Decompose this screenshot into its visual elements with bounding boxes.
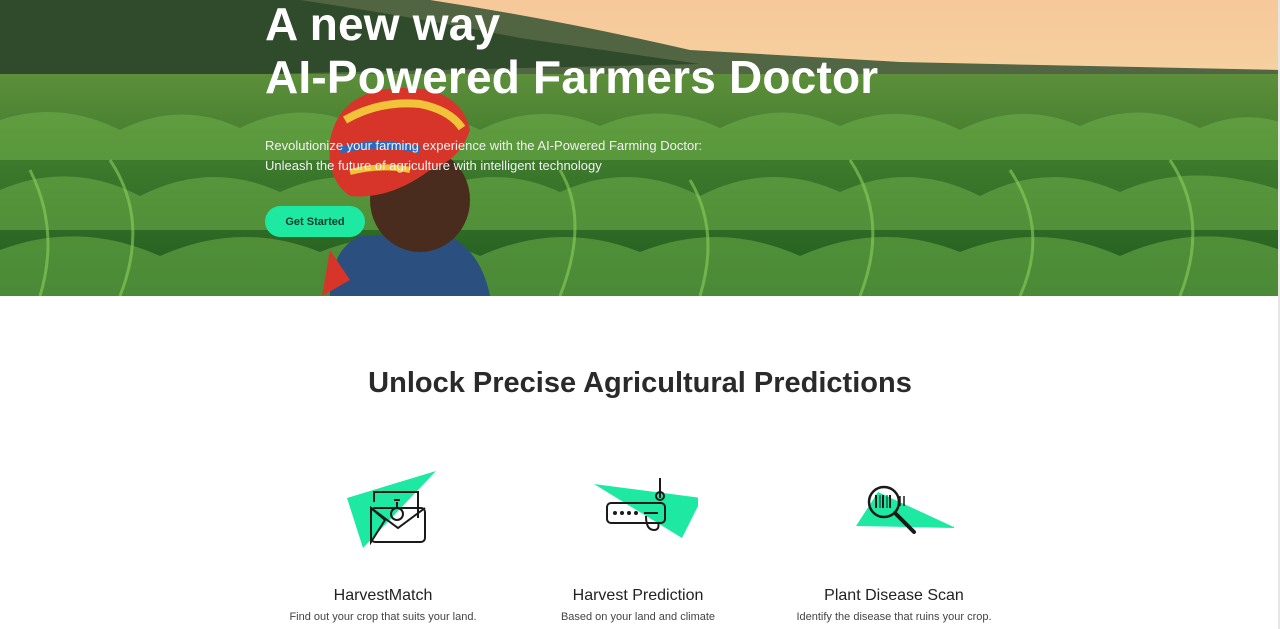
feature-description: Find out your crop that suits your land. xyxy=(289,611,477,623)
hero-subtitle: Revolutionize your farming experience wi… xyxy=(265,136,785,176)
get-started-button[interactable]: Get Started xyxy=(265,206,365,237)
plant-disease-scan-icon xyxy=(834,466,956,556)
predictions-heading: Unlock Precise Agricultural Predictions xyxy=(368,367,912,399)
harvest-prediction-icon xyxy=(578,466,702,556)
feature-title: HarvestMatch xyxy=(333,587,433,604)
feature-harvest-match[interactable]: HarvestMatch Find out your crop that sui… xyxy=(253,466,513,623)
hero-section: A new way AI-Powered Farmers Doctor Revo… xyxy=(0,0,1280,296)
hero-subtitle-line1: Revolutionize your farming experience wi… xyxy=(265,138,703,153)
feature-description: Identify the disease that ruins your cro… xyxy=(796,611,992,623)
hero-subtitle-line2: Unleash the future of agriculture with i… xyxy=(265,158,602,173)
feature-title: Plant Disease Scan xyxy=(824,587,964,604)
feature-title: Harvest Prediction xyxy=(572,587,704,604)
feature-harvest-prediction[interactable]: Harvest Prediction Based on your land an… xyxy=(508,466,768,623)
feature-plant-disease-scan[interactable]: Plant Disease Scan Identify the disease … xyxy=(764,466,1024,623)
hero-title-line2: AI-Powered Farmers Doctor xyxy=(265,51,879,103)
feature-description: Based on your land and climate xyxy=(560,611,716,623)
harvest-match-icon xyxy=(323,466,443,556)
hero-title-line1: A new way xyxy=(265,0,501,50)
